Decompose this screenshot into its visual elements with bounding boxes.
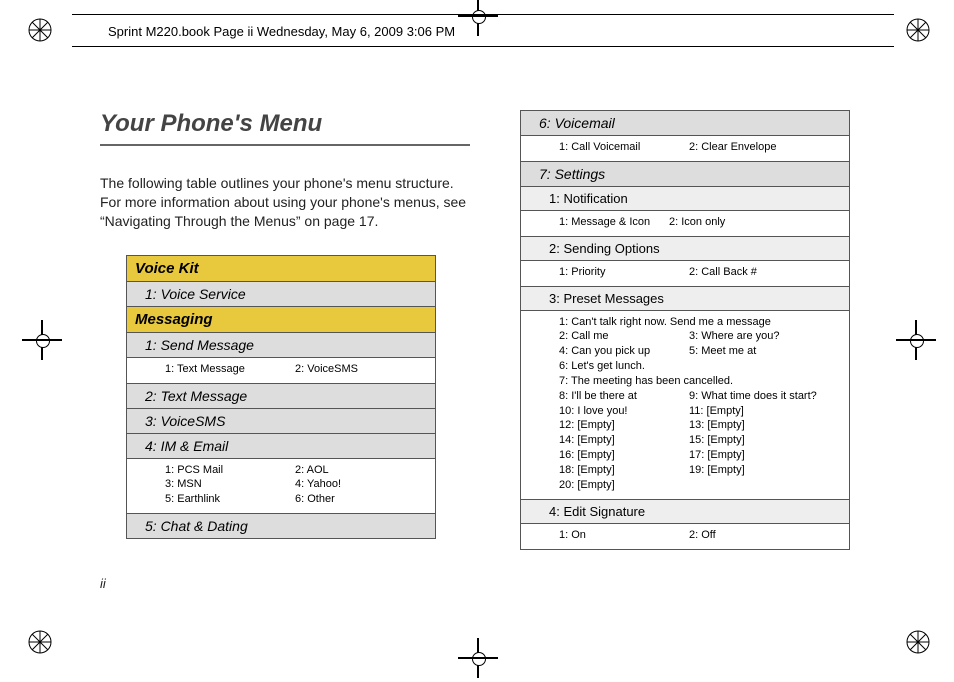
crop-mark-icon — [22, 320, 62, 360]
header-rule — [72, 14, 894, 15]
item-preset-messages: 3: Preset Messages — [521, 287, 849, 311]
item-edit-signature: 4: Edit Signature — [521, 500, 849, 524]
crop-mark-icon — [458, 0, 498, 36]
page-number: ii — [100, 576, 106, 591]
preset-messages-list: 1: Can't talk right now. Send me a messa… — [521, 311, 849, 500]
item-text-message: 2: Text Message — [127, 384, 435, 409]
item-notification: 1: Notification — [521, 187, 849, 211]
registration-mark-icon — [28, 18, 52, 42]
send-message-options: 1: Text Message2: VoiceSMS — [127, 358, 435, 384]
intro-paragraph: The following table outlines your phone'… — [100, 174, 470, 231]
notification-options: 1: Message & Icon2: Icon only — [521, 211, 849, 237]
document-header: Sprint M220.book Page ii Wednesday, May … — [108, 24, 455, 39]
item-voicemail: 6: Voicemail — [521, 111, 849, 136]
item-voice-service: 1: Voice Service — [127, 282, 435, 307]
item-voicesms: 3: VoiceSMS — [127, 409, 435, 434]
voicemail-options: 1: Call Voicemail2: Clear Envelope — [521, 136, 849, 162]
registration-mark-icon — [906, 18, 930, 42]
edit-signature-options: 1: On2: Off — [521, 524, 849, 549]
menu-table-right: 6: Voicemail 1: Call Voicemail2: Clear E… — [520, 110, 850, 550]
section-messaging: Messaging — [127, 307, 435, 333]
registration-mark-icon — [28, 630, 52, 654]
crop-mark-icon — [896, 320, 936, 360]
item-sending-options: 2: Sending Options — [521, 237, 849, 261]
item-settings: 7: Settings — [521, 162, 849, 187]
header-rule — [72, 46, 894, 47]
im-email-options: 1: PCS Mail2: AOL 3: MSN4: Yahoo! 5: Ear… — [127, 459, 435, 515]
sending-options-list: 1: Priority2: Call Back # — [521, 261, 849, 287]
crop-mark-icon — [458, 638, 498, 678]
page-title: Your Phone's Menu — [100, 110, 470, 146]
item-chat-dating: 5: Chat & Dating — [127, 514, 435, 538]
item-im-email: 4: IM & Email — [127, 434, 435, 459]
menu-table-left: Voice Kit 1: Voice Service Messaging 1: … — [126, 255, 436, 539]
section-voice-kit: Voice Kit — [127, 256, 435, 282]
registration-mark-icon — [906, 630, 930, 654]
item-send-message: 1: Send Message — [127, 333, 435, 358]
